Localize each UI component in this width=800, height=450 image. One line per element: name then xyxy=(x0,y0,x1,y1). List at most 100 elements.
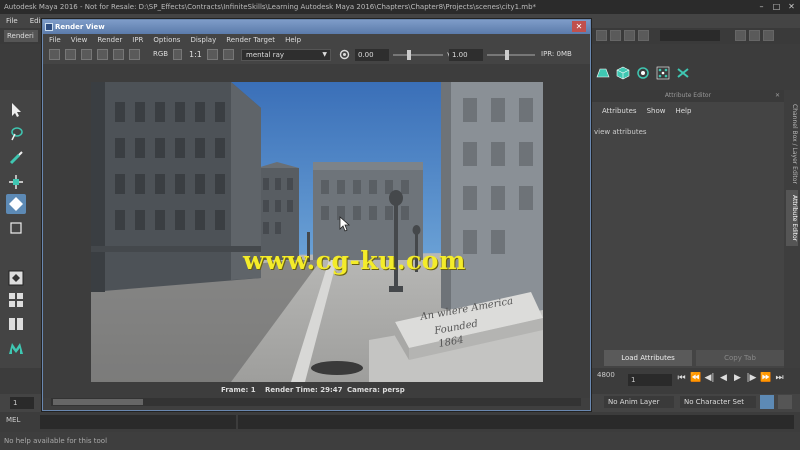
layout-side-by-side[interactable] xyxy=(6,314,26,334)
rv-menu-render-target[interactable]: Render Target xyxy=(226,34,275,46)
attribute-editor-buttons: Load Attributes Copy Tab xyxy=(604,350,784,366)
frame-image-icon[interactable] xyxy=(207,49,218,60)
snapshot-icon[interactable] xyxy=(81,49,92,60)
rv-menu-options[interactable]: Options xyxy=(153,34,180,46)
chevron-down-icon: ▼ xyxy=(322,51,327,58)
keep-image-icon[interactable] xyxy=(129,49,140,60)
shelf-icons xyxy=(596,66,690,80)
menu-set-dropdown[interactable]: Renderi xyxy=(4,30,38,42)
menu-attributes[interactable]: Attributes xyxy=(602,104,637,118)
field-icon[interactable] xyxy=(676,66,690,80)
render-current-icon[interactable] xyxy=(610,30,621,41)
command-input[interactable] xyxy=(40,415,236,429)
minimize-icon[interactable]: – xyxy=(757,2,766,11)
real-size-button[interactable]: 1:1 xyxy=(189,49,202,60)
menu-edit[interactable]: Edi xyxy=(30,14,41,28)
maya-logo-tool[interactable] xyxy=(6,338,26,358)
ipr-memory-label: IPR: 0MB xyxy=(541,50,572,58)
tab-attribute-editor[interactable]: Attribute Editor xyxy=(786,190,798,246)
nurbs-sphere-icon[interactable] xyxy=(596,66,610,80)
tab-channel-box[interactable]: Channel Box / Layer Editor xyxy=(786,96,798,192)
render-region-icon[interactable] xyxy=(65,49,76,60)
fluid-icon[interactable] xyxy=(636,66,650,80)
exposure-slider-knob[interactable] xyxy=(407,50,411,60)
poly-cube-icon[interactable] xyxy=(616,66,630,80)
auto-key-icon[interactable] xyxy=(760,395,774,409)
step-forward-key-icon[interactable]: |▶ xyxy=(746,372,757,384)
render-canvas[interactable]: An where America Founded 1864 www.cg-ku.… xyxy=(43,64,590,398)
step-forward-icon[interactable]: ⏩ xyxy=(760,372,771,384)
scrollbar-thumb[interactable] xyxy=(53,399,143,405)
render-view-title-bar[interactable]: Render View ✕ xyxy=(43,20,590,34)
maximize-icon[interactable]: □ xyxy=(772,2,781,11)
layout-single-pane[interactable] xyxy=(6,268,26,288)
gamma-slider-knob[interactable] xyxy=(505,50,509,60)
menu-help[interactable]: Help xyxy=(675,104,691,118)
watermark-text: www.cg-ku.com xyxy=(243,246,466,275)
paint-select-tool[interactable] xyxy=(6,148,26,168)
toggle-panel-icon[interactable] xyxy=(749,30,760,41)
channel-box-toggle-icon[interactable] xyxy=(763,30,774,41)
exposure-field[interactable]: 0.00 xyxy=(355,49,389,61)
ipr-icon[interactable] xyxy=(97,49,108,60)
range-start-field[interactable]: 1 xyxy=(10,397,34,409)
step-back-icon[interactable]: ⏪ xyxy=(690,372,701,384)
lasso-tool[interactable] xyxy=(6,124,26,144)
horizontal-scrollbar[interactable] xyxy=(51,398,581,406)
rgb-channel-button[interactable]: RGB xyxy=(153,49,168,60)
frame-region-icon[interactable] xyxy=(223,49,234,60)
anim-layer-dropdown[interactable]: No Anim Layer xyxy=(604,396,674,408)
rv-menu-file[interactable]: File xyxy=(49,34,61,46)
alpha-channel-icon[interactable] xyxy=(173,49,182,60)
move-tool[interactable] xyxy=(6,172,26,192)
ipr-render-icon[interactable] xyxy=(624,30,635,41)
rv-menu-display[interactable]: Display xyxy=(190,34,216,46)
attribute-editor-panel: Attribute Editor ✕ Attributes Show Help … xyxy=(592,90,784,380)
layout-four-panes[interactable] xyxy=(6,290,26,310)
copy-tab-button[interactable]: Copy Tab xyxy=(696,350,784,366)
panel-layout-icon[interactable] xyxy=(735,30,746,41)
render-time-info: Render Time: 29:47 xyxy=(265,386,343,394)
refresh-icon[interactable] xyxy=(113,49,124,60)
render-settings-icon[interactable] xyxy=(638,30,649,41)
rv-menu-ipr[interactable]: IPR xyxy=(132,34,143,46)
rv-menu-help[interactable]: Help xyxy=(285,34,301,46)
toolbox xyxy=(0,90,32,380)
four-pane-icon xyxy=(9,293,23,307)
preferences-icon[interactable] xyxy=(778,395,792,409)
scale-tool[interactable] xyxy=(6,218,26,238)
brush-icon xyxy=(9,151,23,165)
rotate-tool[interactable] xyxy=(6,194,26,214)
gamma-field[interactable]: 1.00 xyxy=(449,49,483,61)
step-back-key-icon[interactable]: ◀| xyxy=(704,372,715,384)
load-attributes-button[interactable]: Load Attributes xyxy=(604,350,692,366)
render-region-icon[interactable] xyxy=(596,30,607,41)
close-icon[interactable]: ✕ xyxy=(572,21,586,32)
particle-grid-icon[interactable] xyxy=(656,66,670,80)
character-set-dropdown[interactable]: No Character Set xyxy=(680,396,756,408)
menu-file[interactable]: File xyxy=(6,14,18,28)
rv-menu-render[interactable]: Render xyxy=(97,34,122,46)
current-frame-field[interactable]: 1 xyxy=(628,374,672,386)
select-tool[interactable] xyxy=(6,100,26,120)
single-pane-icon xyxy=(8,270,24,286)
close-icon[interactable]: ✕ xyxy=(775,90,780,102)
quick-select-field[interactable] xyxy=(660,30,720,41)
status-line-right xyxy=(596,28,800,44)
exposure-icon[interactable] xyxy=(339,49,350,60)
command-line: MEL xyxy=(0,412,800,432)
renderer-dropdown[interactable]: mental ray ▼ xyxy=(241,49,331,61)
menu-show[interactable]: Show xyxy=(647,104,666,118)
play-backward-icon[interactable]: ◀ xyxy=(718,372,729,384)
rv-menu-view[interactable]: View xyxy=(71,34,88,46)
side-tabs: Channel Box / Layer Editor Attribute Edi… xyxy=(784,90,800,380)
command-language-label[interactable]: MEL xyxy=(6,416,20,424)
go-to-end-icon[interactable]: ⏭ xyxy=(774,372,785,384)
left-building xyxy=(91,82,261,292)
play-forward-icon[interactable]: ▶ xyxy=(732,372,743,384)
exposure-slider[interactable] xyxy=(393,50,443,60)
close-icon[interactable]: ✕ xyxy=(787,2,796,11)
redo-render-icon[interactable] xyxy=(49,49,60,60)
gamma-slider[interactable] xyxy=(487,50,535,60)
go-to-start-icon[interactable]: ⏮ xyxy=(676,372,687,384)
